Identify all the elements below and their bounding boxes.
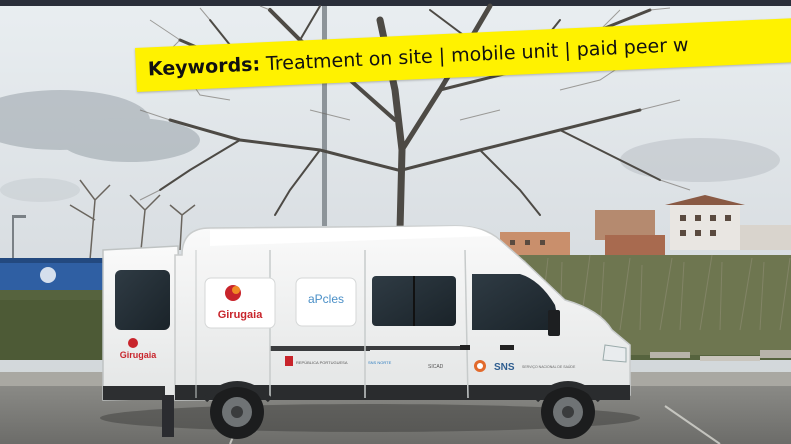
sns-logo-text: SNS: [494, 362, 515, 373]
person-legs: [162, 395, 174, 437]
sponsor-republica: REPÚBLICA PORTUGUESA: [296, 360, 348, 365]
sponsor-sns-norte: SNS NORTE: [368, 360, 392, 365]
rear-logo-icon: [128, 338, 138, 348]
girugaia-logo-text: Girugaia: [218, 309, 264, 321]
side-mirror: [548, 310, 560, 336]
rear-logo-text: Girugaia: [120, 350, 158, 360]
keywords-label: Keywords:: [147, 53, 261, 81]
sponsor-servico-nacional: SERVIÇO NACIONAL DE SAÚDE: [522, 365, 576, 369]
keywords-text: Treatment on site | mobile unit | paid p…: [259, 33, 690, 76]
rear-door-window: [115, 270, 170, 330]
top-border: [0, 0, 791, 6]
headlight: [602, 344, 627, 363]
apdes-logo-text: aPcles: [308, 292, 344, 306]
sponsor-sicad: SICAD: [428, 364, 444, 370]
